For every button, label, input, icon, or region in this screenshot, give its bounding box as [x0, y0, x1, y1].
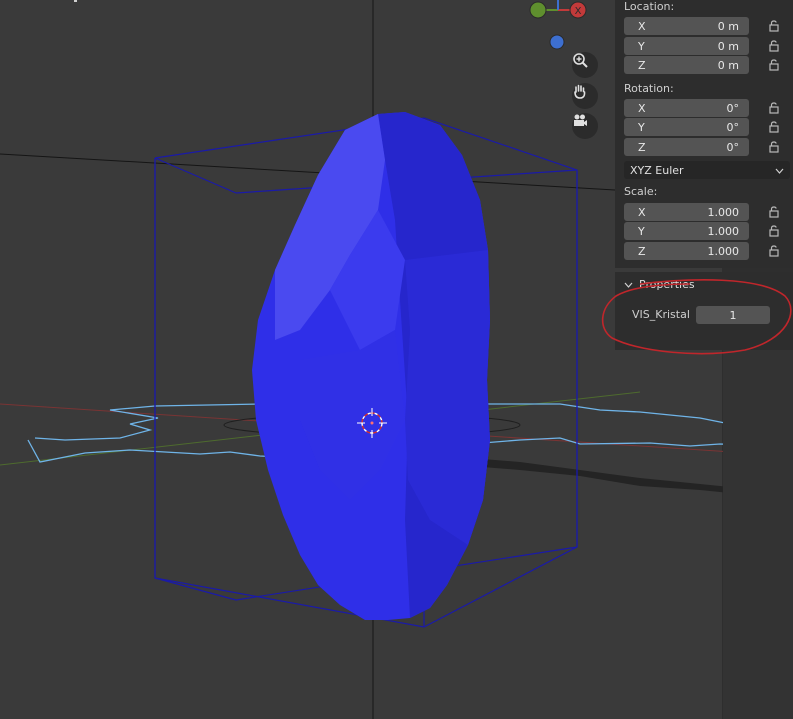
lock-icon[interactable]: [767, 140, 781, 154]
lock-icon[interactable]: [767, 205, 781, 219]
lock-icon[interactable]: [767, 19, 781, 33]
lock-icon[interactable]: [767, 224, 781, 238]
field-value: 0 m: [717, 39, 739, 53]
gizmo-x-label: X: [575, 6, 582, 17]
field-value: 0°: [726, 120, 740, 134]
rotation-y-field[interactable]: Y 0°: [624, 118, 749, 136]
field-value: 0°: [726, 140, 740, 154]
rotation-mode-dropdown[interactable]: XYZ Euler: [624, 161, 790, 179]
custom-property-value-field[interactable]: 1: [696, 306, 770, 324]
axis-label: X: [638, 101, 646, 115]
properties-header-label: Properties: [639, 278, 695, 291]
field-value: 0 m: [717, 19, 739, 33]
location-y-field[interactable]: Y 0 m: [624, 37, 749, 55]
axis-label: Z: [638, 244, 646, 258]
scale-y-field[interactable]: Y 1.000: [624, 222, 749, 240]
properties-panel-header[interactable]: Properties: [624, 278, 695, 291]
axis-label: Y: [638, 224, 645, 238]
camera-icon[interactable]: [572, 113, 598, 139]
location-z-field[interactable]: Z 0 m: [624, 56, 749, 74]
bounding-box-edge: [154, 157, 237, 194]
scale-x-field[interactable]: X 1.000: [624, 203, 749, 221]
chevron-down-icon: [775, 164, 784, 177]
rotation-label: Rotation:: [624, 82, 674, 95]
axis-label: Z: [638, 140, 646, 154]
location-x-field[interactable]: X 0 m: [624, 17, 749, 35]
corner-mark: [74, 0, 77, 2]
custom-property-name: VIS_Kristal: [632, 308, 690, 321]
axis-label: X: [638, 205, 646, 219]
lock-icon[interactable]: [767, 244, 781, 258]
field-value: 0°: [726, 101, 740, 115]
bounding-box-edge: [154, 577, 237, 601]
navigation-gizmo[interactable]: X: [520, 0, 590, 56]
rotation-mode-value: XYZ Euler: [630, 163, 684, 177]
gizmo-y-handle[interactable]: [529, 1, 547, 19]
lock-icon[interactable]: [767, 39, 781, 53]
hand-icon[interactable]: [572, 83, 598, 109]
field-value: 1.000: [707, 244, 740, 258]
location-label: Location:: [624, 0, 675, 13]
lock-icon[interactable]: [767, 101, 781, 115]
transform-section: Location: X 0 m Y 0 m Z 0 m Rotation: X 0° Y…: [615, 0, 793, 268]
lock-icon[interactable]: [767, 120, 781, 134]
gizmo-z-handle[interactable]: [549, 34, 565, 50]
scale-label: Scale:: [624, 185, 658, 198]
field-value: 0 m: [717, 58, 739, 72]
sidebar-n-panel: Location: X 0 m Y 0 m Z 0 m Rotation: X 0° Y…: [615, 0, 793, 719]
chevron-down-icon: [624, 278, 633, 291]
lock-icon[interactable]: [767, 58, 781, 72]
axis-label: Y: [638, 39, 645, 53]
horizon-line: [0, 153, 616, 191]
rotation-x-field[interactable]: X 0°: [624, 99, 749, 117]
sidebar-empty-area: [723, 350, 793, 719]
field-value: 1.000: [707, 224, 740, 238]
axis-label: X: [638, 19, 646, 33]
rotation-z-field[interactable]: Z 0°: [624, 138, 749, 156]
zoom-icon[interactable]: [572, 52, 598, 78]
axis-label: Z: [638, 58, 646, 72]
custom-properties-panel: Properties VIS_Kristal 1: [615, 272, 793, 350]
axis-label: Y: [638, 120, 645, 134]
scale-z-field[interactable]: Z 1.000: [624, 242, 749, 260]
field-value: 1.000: [707, 205, 740, 219]
